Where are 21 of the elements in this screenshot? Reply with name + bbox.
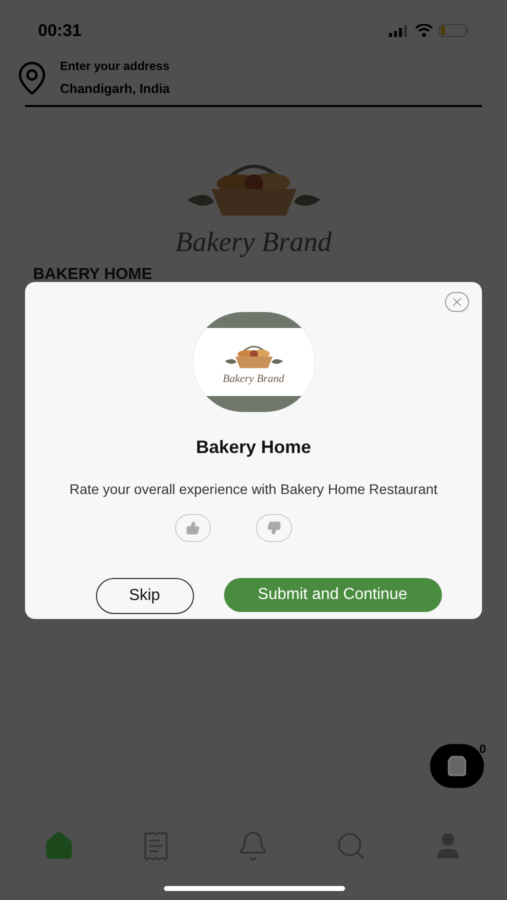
status-time: 00:31 bbox=[38, 20, 82, 42]
submit-button[interactable]: Submit and Continue bbox=[224, 578, 442, 612]
shopping-bag-icon bbox=[446, 755, 468, 777]
battery-icon bbox=[439, 24, 469, 37]
close-button[interactable] bbox=[445, 292, 469, 312]
restaurant-name: BAKERY HOME bbox=[32, 264, 154, 284]
logo-text: Bakery Brand bbox=[222, 374, 284, 385]
cart-button[interactable] bbox=[430, 744, 484, 788]
cart-count: 0 bbox=[479, 741, 486, 758]
skip-button[interactable]: Skip bbox=[96, 578, 194, 614]
dialog-title: Bakery Home bbox=[196, 436, 312, 459]
thumbs-down-icon bbox=[267, 521, 281, 535]
thumbs-up-button[interactable] bbox=[175, 514, 211, 542]
close-icon bbox=[450, 295, 464, 309]
thumbs-up-icon bbox=[186, 521, 200, 535]
thumbs-down-button[interactable] bbox=[256, 514, 292, 542]
rating-prompt: Rate your overall experience with Bakery Home Restaurant bbox=[69, 480, 438, 499]
signal-icon bbox=[389, 24, 409, 36]
wifi-icon bbox=[415, 24, 433, 37]
address-value[interactable]: Chandigarh, India bbox=[60, 79, 170, 98]
address-label: Enter your address bbox=[60, 58, 170, 75]
